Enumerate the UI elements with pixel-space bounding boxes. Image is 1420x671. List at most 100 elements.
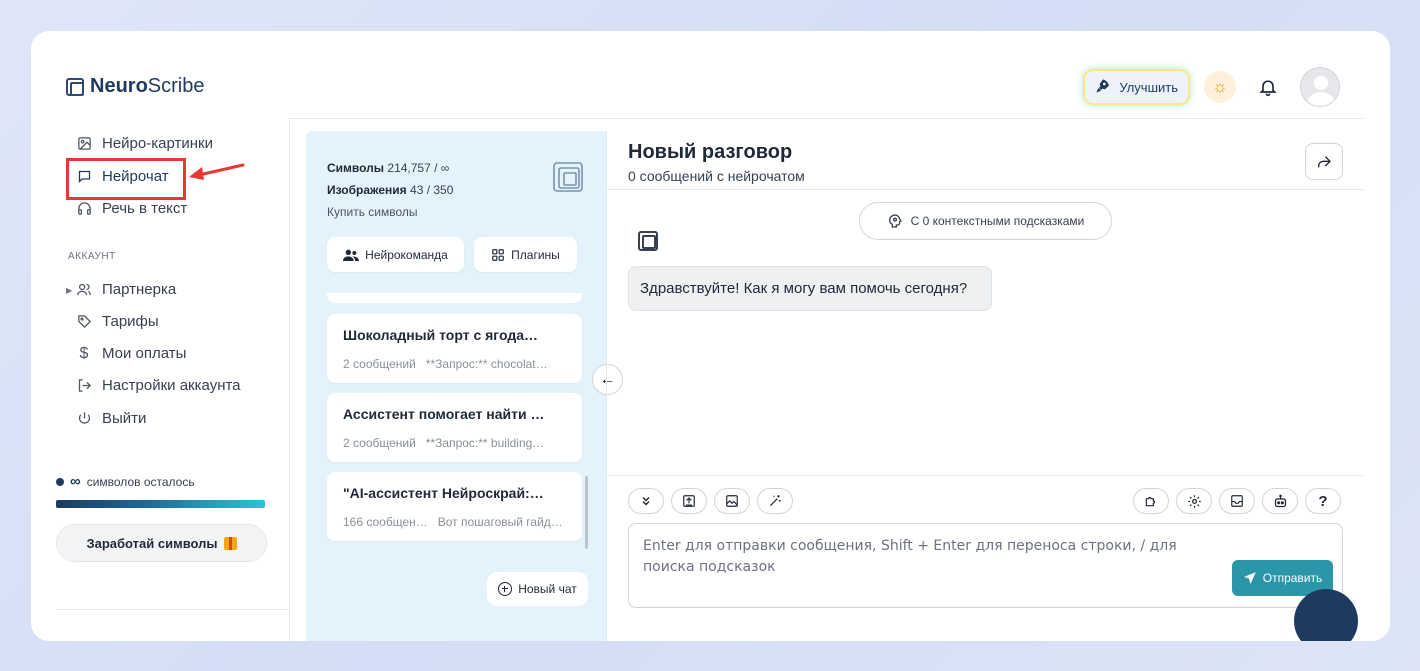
magic-wand-button[interactable] <box>757 488 793 514</box>
upload-file-button[interactable] <box>671 488 707 514</box>
plugins-button[interactable]: Плагины <box>474 237 577 272</box>
chat-preview: **Запрос:** chocolat… <box>425 357 548 371</box>
usage-stats: Символы 214,757 / ∞ Изображения 43 / 350… <box>327 157 453 223</box>
header-divider <box>289 118 1363 119</box>
inbox-button[interactable] <box>1219 488 1255 514</box>
grid-icon <box>492 248 505 261</box>
status-dot <box>56 477 64 486</box>
sidebar-border <box>289 119 290 641</box>
help-button[interactable]: ? <box>1305 488 1341 514</box>
chat-list-item[interactable]: Шоколадный торт с ягода… 2 сообщений **З… <box>327 314 582 383</box>
bot-settings-button[interactable] <box>1262 488 1298 514</box>
bell-icon <box>1259 80 1277 97</box>
sidebar-item-label: Речь в текст <box>102 200 188 217</box>
sidebar-divider <box>56 609 289 610</box>
images-label: Изображения <box>327 183 407 197</box>
chat-preview: Вот пошаговый гайд… <box>437 515 563 529</box>
sidebar-item-logout[interactable]: Выйти <box>76 410 146 427</box>
app-logo[interactable]: NeuroScribe <box>66 75 205 98</box>
sun-icon: ☼ <box>1212 77 1228 96</box>
sidebar-item-payments[interactable]: $ Мои оплаты <box>76 344 187 363</box>
power-icon <box>76 411 92 427</box>
buy-symbols-link[interactable]: Купить символы <box>327 201 453 223</box>
headphones-icon <box>76 201 92 217</box>
remaining-label: символов осталось <box>86 474 195 489</box>
new-chat-button[interactable]: Новый чат <box>487 572 588 606</box>
symbols-remaining: ∞ символов осталось <box>56 473 195 490</box>
annotation-arrow-icon <box>189 163 245 180</box>
puzzle-icon <box>1145 496 1156 507</box>
expand-caret-icon[interactable]: ▶ <box>66 286 72 295</box>
upload-icon <box>683 495 695 507</box>
plugins-label: Плагины <box>511 247 560 262</box>
logo-text-light: Scribe <box>147 75 205 97</box>
sidebar-item-label: Мои оплаты <box>102 345 187 362</box>
attach-image-button[interactable] <box>714 488 750 514</box>
symbols-value: 214,757 / ∞ <box>387 161 450 175</box>
gear-icon <box>1187 494 1201 508</box>
chat-title: "AI-ассистент Нейроскрай:… <box>343 485 544 501</box>
dollar-icon: $ <box>79 344 89 362</box>
users-icon <box>76 282 92 298</box>
chat-message-count: 2 сообщений <box>343 436 416 450</box>
earn-symbols-button[interactable]: Заработай символы <box>56 524 267 562</box>
annotation-highlight-box <box>66 158 186 200</box>
chat-list-scrollbar[interactable] <box>585 476 588 549</box>
chat-list-item[interactable]: "AI-ассистент Нейроскрай:… 166 сообщен… … <box>327 472 582 541</box>
chat-title: Шоколадный торт с ягода… <box>343 327 538 343</box>
sidebar-item-label: Тарифы <box>102 313 159 330</box>
image-icon <box>76 136 92 152</box>
chat-title: Ассистент помогает найти … <box>343 406 545 422</box>
logo-icon <box>66 77 84 96</box>
upgrade-label: Улучшить <box>1119 79 1178 95</box>
send-icon <box>1243 572 1256 584</box>
logout-arrow-icon <box>76 378 92 394</box>
message-input[interactable] <box>629 524 1229 607</box>
assistant-message: Здравствуйте! Как я могу вам помочь сего… <box>628 266 992 311</box>
sidebar-item-speech-to-text[interactable]: Речь в текст <box>76 200 187 217</box>
robot-icon <box>1274 494 1286 507</box>
chat-message-count: 166 сообщен… <box>343 515 428 529</box>
new-chat-label: Новый чат <box>518 582 577 596</box>
inbox-icon <box>1231 495 1243 507</box>
chat-message-count: 2 сообщений <box>343 357 416 371</box>
message-composer: Отправить <box>628 523 1343 608</box>
context-hints-label: С 0 контекстными подсказками <box>910 214 1085 228</box>
chat-preview: **Запрос:** building… <box>425 436 545 450</box>
brain-icon <box>888 214 902 228</box>
share-button[interactable] <box>1305 143 1343 180</box>
user-avatar[interactable] <box>1300 67 1340 107</box>
logo-text-bold: Neuro <box>90 75 148 97</box>
settings-button[interactable] <box>1176 488 1212 514</box>
symbols-label: Символы <box>327 161 385 175</box>
account-section-label: АККАУНТ <box>68 251 116 262</box>
images-value: 43 / 350 <box>410 183 454 197</box>
remaining-value: ∞ <box>70 473 81 490</box>
neuro-team-button[interactable]: Нейрокоманда <box>327 237 464 272</box>
sidebar-item-neuro-images[interactable]: Нейро-картинки <box>76 135 213 152</box>
list-item[interactable] <box>327 293 582 303</box>
sidebar-item-partners[interactable]: Партнерка <box>76 281 176 298</box>
header-actions: Улучшить ☼ <box>1085 67 1340 107</box>
send-label: Отправить <box>1262 571 1323 585</box>
composer-divider <box>607 475 1363 476</box>
chats-panel: Символы 214,757 / ∞ Изображения 43 / 350… <box>306 131 606 641</box>
sidebar-item-label: Партнерка <box>102 281 177 298</box>
theme-toggle-button[interactable]: ☼ <box>1204 71 1236 103</box>
rocket-icon <box>1095 78 1111 97</box>
context-hints-button[interactable]: С 0 контекстными подсказками <box>859 202 1112 240</box>
collapse-toolbar-button[interactable] <box>628 488 664 514</box>
sidebar-item-account-settings[interactable]: Настройки аккаунта <box>76 377 241 394</box>
tag-icon <box>76 314 92 330</box>
plugins-toolbar-button[interactable] <box>1133 488 1169 514</box>
upgrade-button[interactable]: Улучшить <box>1085 71 1188 103</box>
chevrons-down-icon <box>642 496 650 506</box>
chat-list-item[interactable]: Ассистент помогает найти … 2 сообщений *… <box>327 393 582 462</box>
app-window: NeuroScribe Улучшить ☼ Нейро-картинки Не… <box>31 31 1390 641</box>
magic-wand-icon <box>769 495 781 507</box>
sidebar-item-tariffs[interactable]: Тарифы <box>76 313 159 330</box>
share-arrow-icon <box>1318 155 1331 167</box>
notifications-button[interactable] <box>1252 71 1284 103</box>
help-label: ? <box>1318 492 1328 510</box>
conversation-header-divider <box>607 189 1363 190</box>
